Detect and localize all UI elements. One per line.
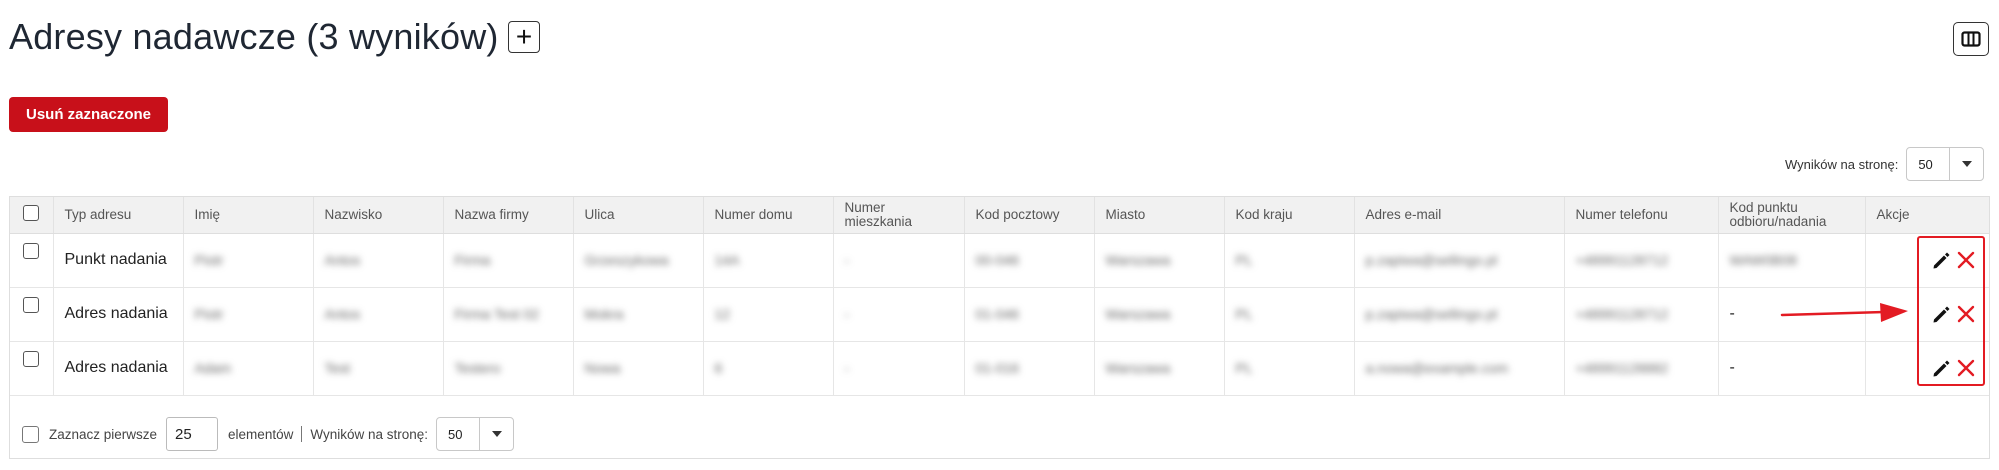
table-row: Adres nadania Adam Test Testero Nowa 6 -… [10,341,1989,396]
column-header[interactable]: Typ adresu [53,197,184,234]
cell-apartment: - [833,233,965,288]
cell-zip: 01-046 [964,287,1095,342]
cell-point-code: WAW0B08 [1718,233,1866,288]
select-first-checkbox[interactable] [22,425,39,443]
cell-email: a.nowa@example.com [1354,341,1565,396]
pencil-icon[interactable] [1931,304,1951,324]
per-page-top: Wyników na stronę: 50 [1785,147,1985,181]
columns-icon [1961,31,1981,47]
cell-city: Warszawa [1094,287,1225,342]
delete-selected-button[interactable]: Usuń zaznaczone [9,97,168,132]
cell-first-name: Adam [183,341,314,396]
cell-company: Firma Test 02 [443,287,574,342]
row-checkbox[interactable] [23,296,39,313]
table-header: Typ adresu Imię Nazwisko Nazwa firmy Uli… [10,197,1989,234]
cell-first-name: Piotr [183,287,314,342]
column-header[interactable]: Numer domu [703,197,834,234]
table-row: Adres nadania Piotr Antos Firma Test 02 … [10,287,1989,342]
cell-type: Punkt nadania [53,233,184,288]
cell-actions [1865,341,1989,396]
cell-last-name: Antos [313,233,444,288]
cell-city: Warszawa [1094,233,1225,288]
columns-toggle-button[interactable] [1953,22,1989,56]
cell-street: Grzeszykowa [573,233,704,288]
close-icon[interactable] [1957,251,1975,269]
pencil-icon[interactable] [1931,250,1951,270]
cell-apartment: - [833,341,965,396]
column-header[interactable]: Kod punktu odbioru/nadania [1718,197,1866,234]
cell-company: Testero [443,341,574,396]
cell-phone: +48991128712 [1564,287,1719,342]
cell-city: Warszawa [1094,341,1225,396]
column-header[interactable]: Numer mieszkania [833,197,965,234]
column-header[interactable]: Miasto [1094,197,1225,234]
cell-phone: +48991128882 [1564,341,1719,396]
cell-first-name: Piotr [183,233,314,288]
row-checkbox[interactable] [23,350,39,367]
cell-country: PL [1224,233,1355,288]
per-page-select[interactable]: 50 [1906,147,1985,181]
cell-company: Firma [443,233,574,288]
column-header[interactable]: Imię [183,197,314,234]
cell-email: p.zapiwa@sellingo.pl [1354,287,1565,342]
row-checkbox[interactable] [23,242,39,259]
footer-per-page-select[interactable]: 50 [436,417,515,451]
column-header[interactable]: Nazwisko [313,197,444,234]
close-icon[interactable] [1957,359,1975,377]
cell-house: 14A [703,233,834,288]
cell-street: Mokra [573,287,704,342]
select-all-checkbox[interactable] [23,205,39,222]
close-icon[interactable] [1957,305,1975,323]
cell-email: p.zapiwa@sellingo.pl [1354,233,1565,288]
plus-icon: + [515,21,533,52]
column-header[interactable]: Kod kraju [1224,197,1355,234]
column-header: Akcje [1865,197,1989,234]
cell-last-name: Test [313,341,444,396]
pencil-icon[interactable] [1931,358,1951,378]
cell-zip: 01-016 [964,341,1095,396]
addresses-table: Typ adresu Imię Nazwisko Nazwa firmy Uli… [9,196,1990,459]
select-first-count-input[interactable]: 25 [166,417,219,451]
select-first-label: Zaznacz pierwsze [49,426,158,442]
elements-label: elementów [228,426,294,442]
cell-country: PL [1224,287,1355,342]
cell-last-name: Antos [313,287,444,342]
per-page-value: 50 [1918,156,1933,172]
chevron-down-icon[interactable] [1949,148,1983,180]
cell-country: PL [1224,341,1355,396]
column-header[interactable]: Adres e-mail [1354,197,1565,234]
cell-phone: +48991128712 [1564,233,1719,288]
chevron-down-icon[interactable] [479,418,513,450]
cell-point-code: - [1718,341,1866,396]
divider [301,426,303,442]
page-title: Adresy nadawcze (3 wyników) [9,16,499,57]
per-page-label: Wyników na stronę: [1785,156,1899,172]
cell-actions [1865,233,1989,288]
cell-house: 6 [703,341,834,396]
column-header[interactable]: Kod pocztowy [964,197,1095,234]
footer-per-page-label: Wyników na stronę: [310,426,429,442]
cell-zip: 00-046 [964,233,1095,288]
cell-house: 12 [703,287,834,342]
add-address-button[interactable]: + [508,21,540,53]
cell-type: Adres nadania [53,287,184,342]
column-header[interactable]: Nazwa firmy [443,197,574,234]
column-header[interactable]: Ulica [573,197,704,234]
table-row: Punkt nadania Piotr Antos Firma Grzeszyk… [10,233,1989,288]
table-footer: Zaznacz pierwsze 25 elementów Wyników na… [10,410,1989,458]
arrow-right-icon [1780,303,1908,322]
cell-type: Adres nadania [53,341,184,396]
column-header[interactable]: Numer telefonu [1564,197,1719,234]
cell-street: Nowa [573,341,704,396]
cell-apartment: - [833,287,965,342]
footer-per-page-value: 50 [448,426,463,442]
